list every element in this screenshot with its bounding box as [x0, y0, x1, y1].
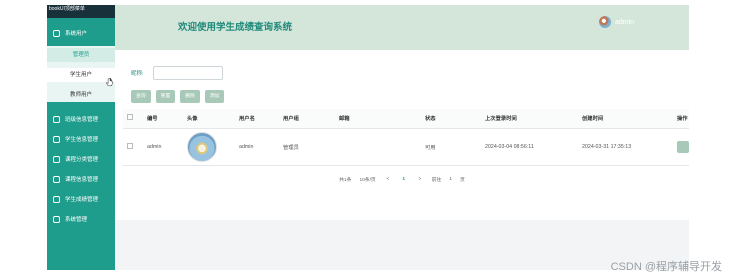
- sidebar-subitem-admins[interactable]: 管理员: [47, 48, 115, 62]
- sidebar-submenu: 管理员 学生用户 教师用户: [47, 46, 115, 102]
- search-input[interactable]: [153, 66, 223, 80]
- reset-button[interactable]: 重置: [155, 90, 176, 103]
- username-label: admin: [615, 18, 635, 26]
- header-email: 邮箱: [335, 109, 421, 129]
- header-actions: 操作: [673, 109, 689, 129]
- user-group-icon: [53, 29, 60, 37]
- edit-button[interactable]: [677, 140, 689, 153]
- cell-group: 管理员: [279, 128, 335, 166]
- add-button[interactable]: 添加: [204, 90, 225, 103]
- users-table: 编号 头像 用户名 用户组 邮箱 状态 上次登录时间 创建时间 操作 admin…: [123, 109, 689, 166]
- sidebar-item-label: 学生成绩管理: [65, 197, 99, 203]
- sidebar-item-label: 课程分类管理: [65, 157, 99, 163]
- user-menu[interactable]: admin: [599, 16, 634, 28]
- pager-page-current[interactable]: 1: [400, 177, 408, 182]
- sidebar-subitem-students[interactable]: 学生用户: [47, 68, 115, 82]
- table-header-row: 编号 头像 用户名 用户组 邮箱 状态 上次登录时间 创建时间 操作: [123, 109, 689, 129]
- header-last-login: 上次登录时间: [481, 109, 578, 129]
- search-label: 昵称:: [131, 71, 144, 77]
- sidebar-item-course-category[interactable]: 课程分类管理: [47, 149, 115, 169]
- cell-email: [335, 128, 421, 166]
- pager-page-unit: 页: [460, 178, 465, 183]
- sidebar-subitem-teachers[interactable]: 教师用户: [47, 88, 115, 102]
- sidebar-item-label: 学生信息管理: [65, 137, 99, 143]
- pager-goto-input[interactable]: 1: [449, 177, 452, 182]
- hand-cursor-icon: [106, 78, 113, 87]
- header-select[interactable]: [123, 109, 143, 129]
- footer-area: [115, 220, 689, 270]
- sidebar-item-course-info[interactable]: 课程信息管理: [47, 169, 115, 189]
- course-icon: [53, 175, 60, 183]
- pager-total: 共1条: [339, 178, 352, 183]
- header-status: 状态: [421, 109, 481, 129]
- sidebar-item-label: 课程信息管理: [65, 177, 99, 183]
- sidebar-item-student-info[interactable]: 学生信息管理: [47, 129, 115, 149]
- sidebar-item-class-info[interactable]: 班级信息管理: [47, 109, 115, 129]
- pager-goto-label: 前往: [431, 178, 442, 183]
- header-id: 编号: [143, 109, 183, 129]
- watermark: CSDN @程序辅导开发: [610, 261, 722, 273]
- sidebar-section-system-users[interactable]: 系统用户: [47, 20, 115, 46]
- header: 欢迎使用学生成绩查询系统 admin: [115, 5, 689, 50]
- header-avatar: 头像: [183, 109, 235, 129]
- user-photo: [187, 131, 217, 162]
- table-row: admin admin 管理员 可用 2024-03-04 08:56:11 2…: [123, 128, 689, 166]
- header-group: 用户组: [279, 109, 335, 129]
- query-button[interactable]: 查询: [131, 90, 151, 103]
- header-created: 创建时间: [578, 109, 673, 129]
- main-content: 昵称: 查询 重置 删除 添加 编号 头像 用户名 用户组 邮箱 状态 上次登录…: [115, 50, 689, 220]
- cell-last-login: 2024-03-04 08:56:11: [481, 128, 578, 166]
- app-window: bookUI顶部菜单 系统用户 管理员 学生用户 教师用户 班级信息管理 学生信…: [0, 0, 732, 280]
- cell-id: admin: [143, 128, 183, 166]
- pager-page-size[interactable]: 10条/页: [359, 176, 375, 183]
- select-all-checkbox[interactable]: [127, 114, 133, 121]
- sidebar: bookUI顶部菜单 系统用户 管理员 学生用户 教师用户 班级信息管理 学生信…: [47, 5, 115, 270]
- cell-actions: [673, 128, 689, 166]
- grade-icon: [53, 195, 60, 203]
- row-checkbox[interactable]: [127, 142, 133, 149]
- class-icon: [53, 115, 60, 123]
- pager-prev[interactable]: <: [384, 177, 392, 182]
- pagination: 共1条 10条/页 < 1 > 前往 1 页: [115, 176, 689, 183]
- sidebar-menu: 班级信息管理 学生信息管理 课程分类管理 课程信息管理 学生成绩管理 系统管理: [47, 109, 115, 229]
- toolbar: 查询 重置 删除 添加: [131, 90, 225, 103]
- sidebar-item-label: 班级信息管理: [65, 117, 99, 123]
- sidebar-item-system[interactable]: 系统管理: [47, 209, 115, 229]
- cell-username: admin: [235, 128, 279, 166]
- delete-button[interactable]: 删除: [180, 90, 200, 103]
- header-username: 用户名: [235, 109, 279, 129]
- settings-icon: [53, 215, 60, 223]
- sidebar-section-label: 系统用户: [65, 31, 88, 37]
- cell-created: 2024-03-31 17:35:13: [578, 128, 673, 166]
- sidebar-item-grades[interactable]: 学生成绩管理: [47, 189, 115, 209]
- sidebar-item-label: 系统管理: [65, 217, 88, 223]
- category-icon: [53, 155, 60, 163]
- avatar: [599, 16, 611, 28]
- sidebar-brand: bookUI顶部菜单: [47, 5, 115, 18]
- student-icon: [53, 135, 60, 143]
- cell-avatar: [183, 128, 235, 166]
- page-title: 欢迎使用学生成绩查询系统: [178, 22, 293, 33]
- pager-next[interactable]: >: [416, 177, 424, 182]
- row-select[interactable]: [123, 128, 143, 166]
- cell-status: 可用: [421, 128, 481, 166]
